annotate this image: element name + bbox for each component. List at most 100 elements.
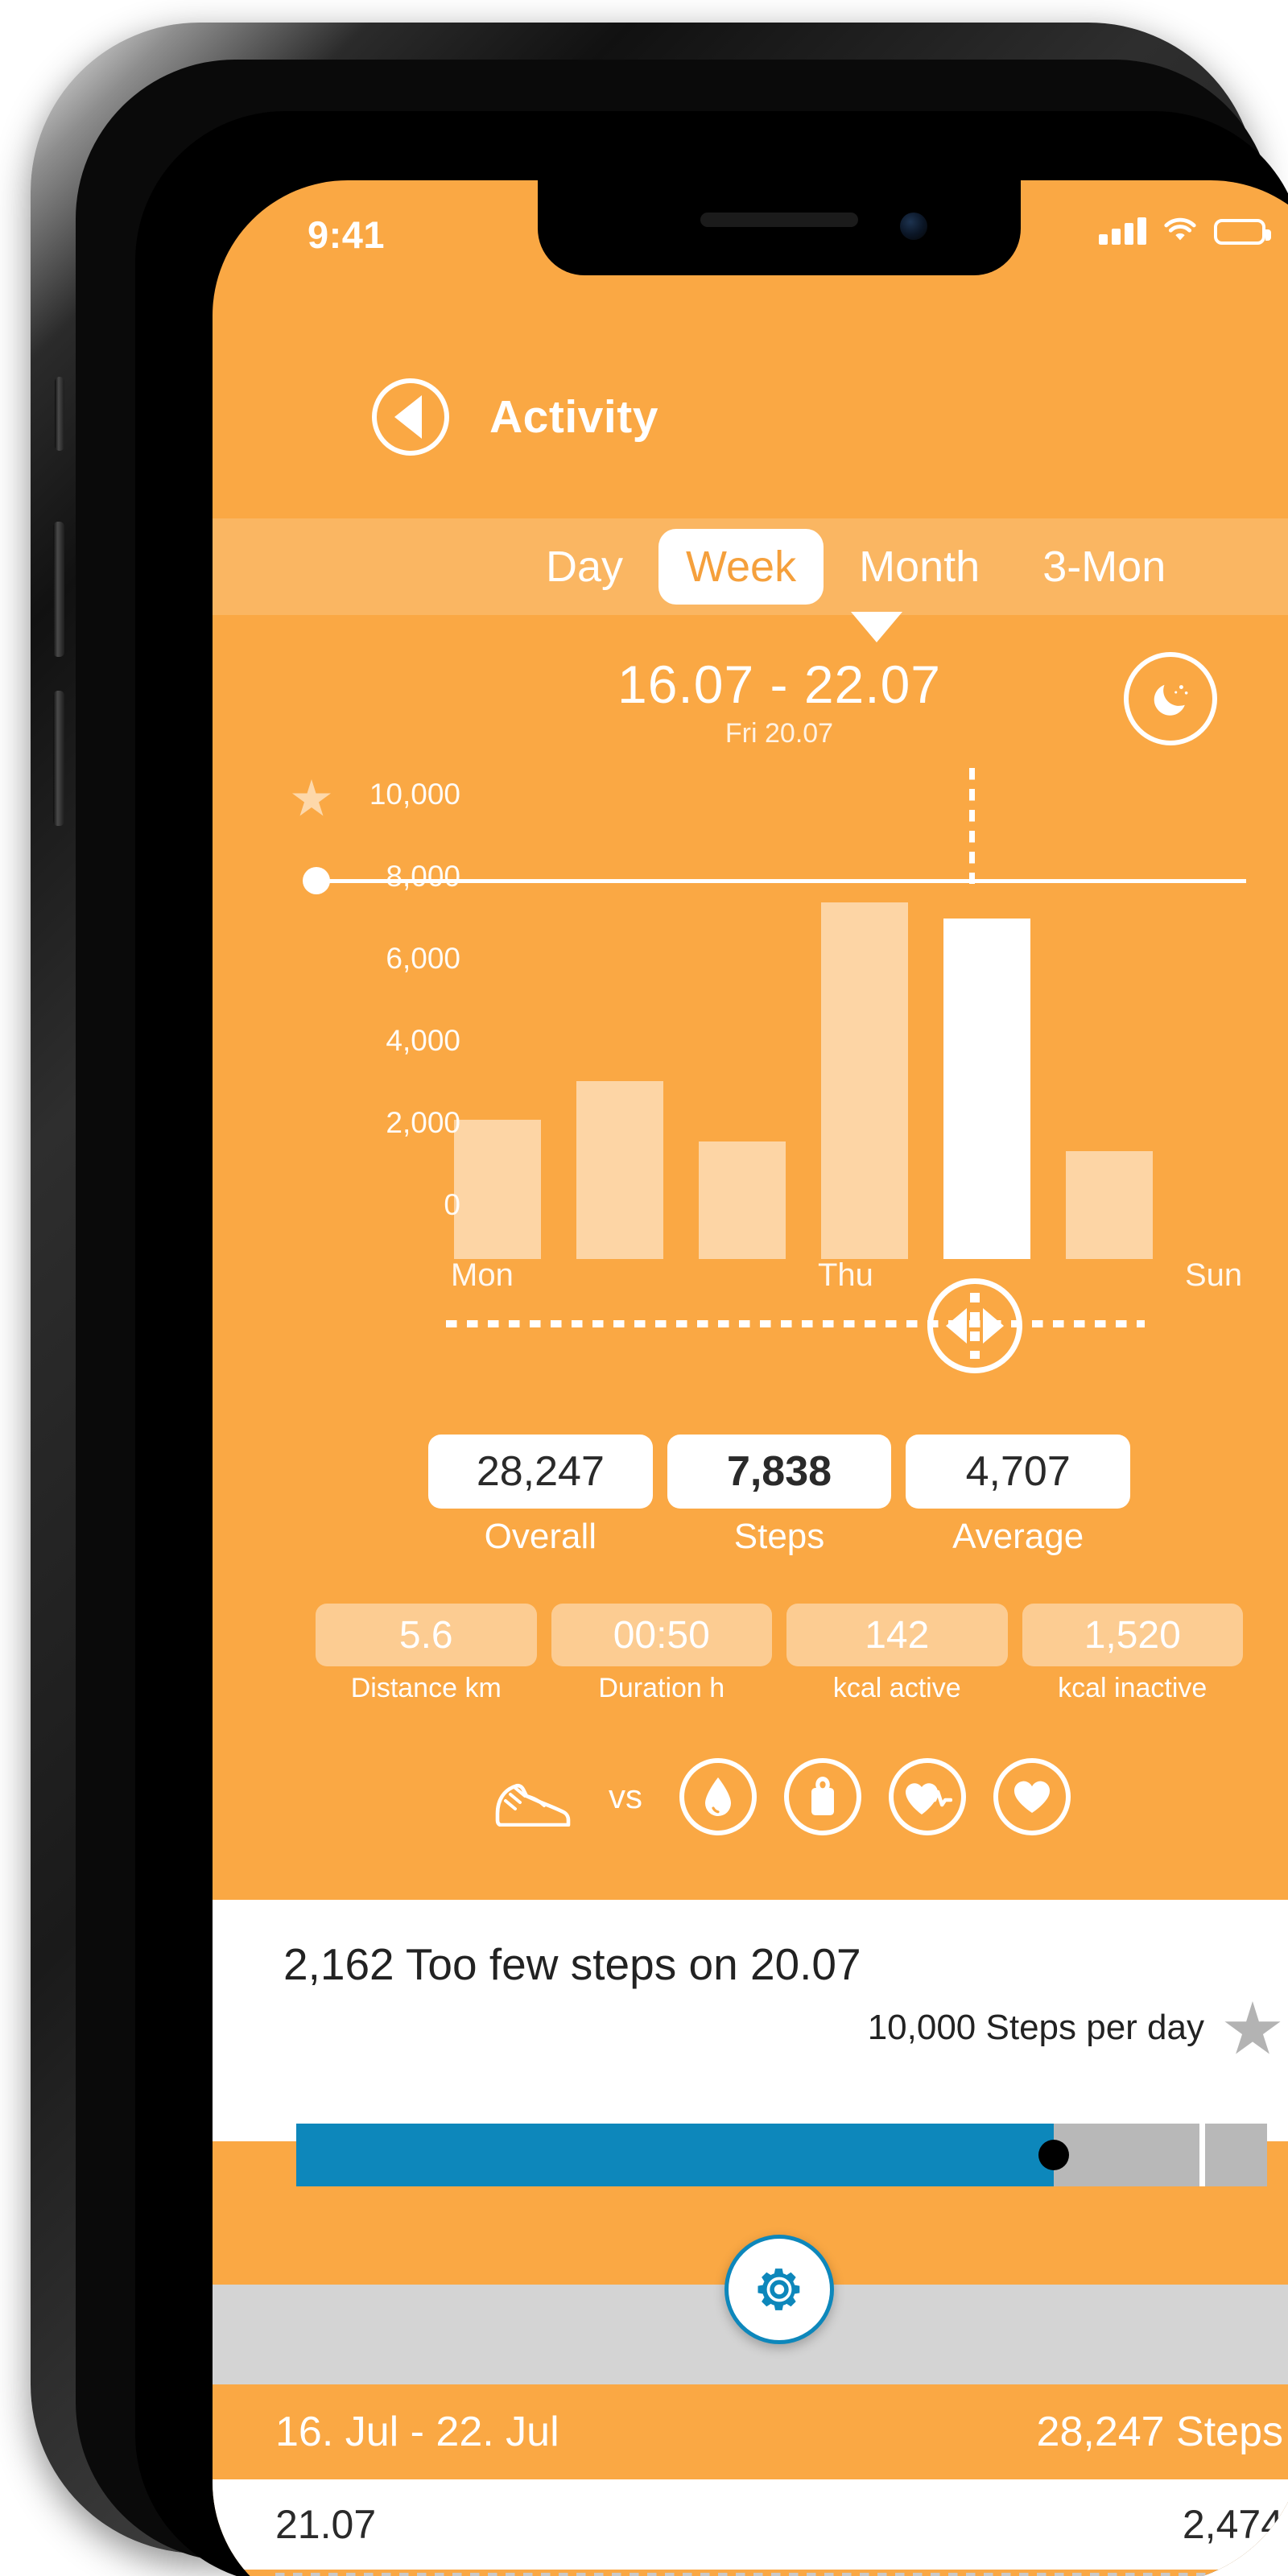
- list-summary-row[interactable]: 16. Jul - 22. Jul 28,247 Steps: [213, 2384, 1288, 2479]
- scrub-left-arrow-icon: [946, 1308, 967, 1344]
- settings-button[interactable]: [724, 2235, 834, 2344]
- y-tick-2000: 2,000: [386, 1106, 460, 1139]
- goal-card-subtitle: 10,000 Steps per day: [867, 2008, 1204, 2047]
- bar-tue[interactable]: [576, 1081, 663, 1259]
- status-time: 9:41: [308, 213, 386, 256]
- phone-midframe: 9:41 Activity Day Week Month 3-Mon 16.07…: [76, 60, 1288, 2576]
- secondary-stats-values: 5.6 00:50 142 1,520: [316, 1604, 1243, 1666]
- page-title: Activity: [489, 391, 658, 443]
- back-arrow-icon: [394, 395, 422, 439]
- stat-duration-value: 00:50: [613, 1613, 710, 1657]
- heart-icon: [1013, 1781, 1051, 1813]
- gear-icon: [758, 2268, 800, 2310]
- primary-stats-values: 28,247 7,838 4,707: [428, 1435, 1131, 1509]
- list-item-steps: 2,474: [1182, 2502, 1283, 2547]
- tab-day[interactable]: Day: [518, 529, 650, 605]
- list-item[interactable]: 21.07 2,474: [213, 2479, 1288, 2570]
- notch: [538, 180, 1021, 275]
- stat-distance-value: 5.6: [398, 1613, 453, 1657]
- list-summary-total: 28,247 Steps: [1036, 2409, 1283, 2455]
- bar-mon[interactable]: [454, 1120, 541, 1259]
- signal-bars-icon: [1099, 217, 1146, 245]
- stat-duration-box[interactable]: 00:50: [551, 1604, 772, 1666]
- stat-overall-box[interactable]: 28,247: [428, 1435, 653, 1509]
- scrub-right-arrow-icon: [983, 1308, 1004, 1344]
- night-mode-button[interactable]: [1124, 652, 1217, 745]
- compare-weight-scale-button[interactable]: [784, 1758, 861, 1835]
- stat-steps-value: 7,838: [726, 1448, 832, 1495]
- stat-kcal-active-label: kcal active: [832, 1673, 961, 1703]
- stat-distance-box[interactable]: 5.6: [316, 1604, 537, 1666]
- tab-3month[interactable]: 3-Mon: [1015, 529, 1193, 605]
- primary-stats: 28,247 7,838 4,707 Overall Steps Average: [428, 1435, 1131, 1557]
- wifi-icon: [1164, 217, 1196, 241]
- scrub-grip-icon: [970, 1293, 980, 1359]
- steps-bar-chart: 10,000 8,000 6,000 4,000 2,000 0: [213, 768, 1288, 1259]
- phone-screen: 9:41 Activity Day Week Month 3-Mon 16.07…: [213, 180, 1288, 2576]
- stat-duration-label: Duration h: [598, 1673, 725, 1703]
- running-shoe-icon[interactable]: [488, 1767, 572, 1827]
- tab-week[interactable]: Week: [658, 529, 824, 605]
- compare-heart-button[interactable]: [993, 1758, 1071, 1835]
- volume-down-button[interactable]: [53, 691, 64, 826]
- blood-drop-icon: [705, 1777, 731, 1816]
- stat-kcal-inactive-label: kcal inactive: [1058, 1673, 1208, 1703]
- compare-heart-pulse-button[interactable]: [889, 1758, 966, 1835]
- app-header: Activity: [213, 361, 1288, 473]
- tab-caret-icon: [851, 612, 902, 642]
- stat-kcal-inactive-box[interactable]: 1,520: [1022, 1604, 1243, 1666]
- scrubber-handle[interactable]: [927, 1278, 1022, 1373]
- goal-handle[interactable]: [303, 867, 330, 894]
- stat-kcal-inactive-value: 1,520: [1084, 1613, 1181, 1657]
- vs-label: vs: [609, 1777, 642, 1815]
- goal-progress-knob[interactable]: [1038, 2140, 1069, 2170]
- weight-scale-icon: [811, 1777, 834, 1815]
- stat-kcal-active-box[interactable]: 142: [786, 1604, 1008, 1666]
- moon-icon: [1154, 684, 1188, 716]
- compare-blood-drop-button[interactable]: [679, 1758, 757, 1835]
- back-button[interactable]: [372, 378, 449, 456]
- volume-up-button[interactable]: [53, 522, 64, 657]
- goal-card: 2,162 Too few steps on 20.07 10,000 Step…: [213, 1900, 1288, 2141]
- scrubber-track[interactable]: [446, 1320, 1145, 1327]
- stat-average-value: 4,707: [965, 1448, 1071, 1495]
- secondary-stats: 5.6 00:50 142 1,520 Distance km Duration…: [316, 1604, 1243, 1704]
- bar-thu[interactable]: [821, 902, 908, 1259]
- bar-wed[interactable]: [699, 1141, 786, 1259]
- secondary-stats-labels: Distance km Duration h kcal active kcal …: [316, 1673, 1243, 1704]
- status-icons: [1099, 217, 1271, 245]
- bar-sat[interactable]: [1066, 1151, 1153, 1259]
- stat-distance-label: Distance km: [350, 1673, 502, 1703]
- stat-average-box[interactable]: 4,707: [906, 1435, 1131, 1509]
- battery-icon: [1214, 219, 1271, 245]
- stat-kcal-active-value: 142: [865, 1613, 930, 1657]
- chart-y-axis: 10,000 8,000 6,000 4,000 2,000 0: [299, 776, 460, 1259]
- bar-fri-selected[interactable]: [943, 919, 1030, 1259]
- period-tab-bar: Day Week Month 3-Mon: [213, 518, 1288, 615]
- chart-x-axis: Mon Thu Sun: [213, 1251, 1288, 1373]
- tab-month[interactable]: Month: [832, 529, 1007, 605]
- compare-icon-row: vs: [213, 1758, 1288, 1835]
- goal-card-title: 2,162 Too few steps on 20.07: [283, 1939, 861, 1989]
- y-tick-4000: 4,000: [386, 1024, 460, 1057]
- phone-frame: 9:41 Activity Day Week Month 3-Mon 16.07…: [31, 23, 1288, 2576]
- goal-progress-fill: [296, 2124, 1054, 2186]
- phone-bezel: 9:41 Activity Day Week Month 3-Mon 16.07…: [135, 111, 1288, 2576]
- stat-average-label: Average: [952, 1517, 1084, 1556]
- x-tick-thu: Thu: [818, 1257, 873, 1293]
- x-tick-sun: Sun: [1185, 1257, 1243, 1293]
- y-tick-8000: 8,000: [386, 860, 460, 893]
- stat-steps-label: Steps: [733, 1517, 825, 1556]
- stat-steps-box[interactable]: 7,838: [667, 1435, 892, 1509]
- star-icon[interactable]: [1224, 2001, 1281, 2054]
- y-tick-6000: 6,000: [386, 942, 460, 975]
- y-tick-10000: 10,000: [369, 778, 460, 811]
- stat-overall-value: 28,247: [476, 1448, 605, 1495]
- screenshot-stage: 9:41 Activity Day Week Month 3-Mon 16.07…: [0, 0, 1288, 2576]
- x-tick-mon: Mon: [451, 1257, 514, 1293]
- goal-progress-bar[interactable]: [296, 2124, 1267, 2186]
- earpiece-speaker: [700, 213, 858, 227]
- stat-overall-label: Overall: [484, 1517, 597, 1556]
- mute-switch[interactable]: [55, 377, 64, 451]
- goal-progress-tick: [1199, 2124, 1205, 2186]
